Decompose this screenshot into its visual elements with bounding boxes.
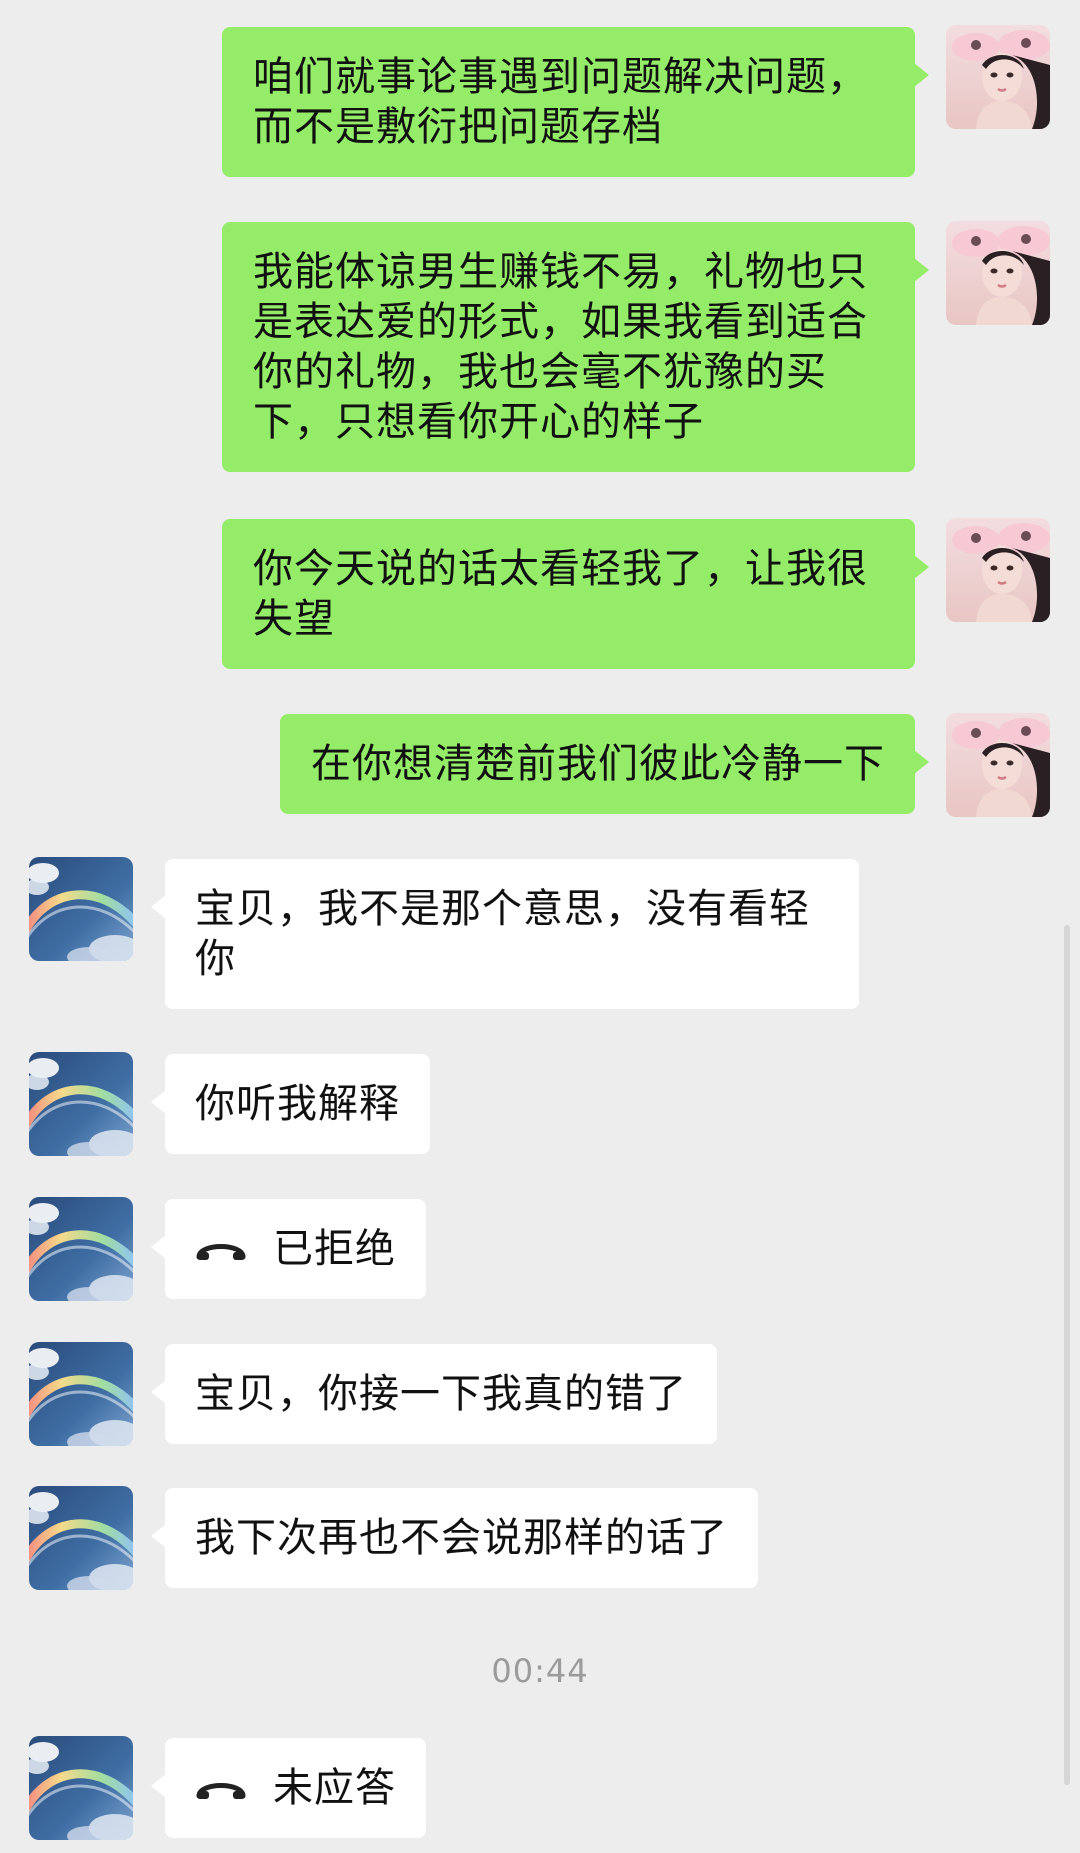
contact-avatar[interactable] xyxy=(29,1736,133,1840)
message-bubble-received[interactable]: 宝贝，我不是那个意思，没有看轻你 xyxy=(151,859,859,1009)
message-bubble-sent[interactable]: 你今天说的话太看轻我了，让我很失望 xyxy=(222,519,929,669)
user-portrait-image xyxy=(946,713,1050,817)
message-bubble-received[interactable]: 我下次再也不会说那样的话了 xyxy=(151,1488,758,1588)
self-avatar[interactable] xyxy=(946,221,1050,325)
message-text: 我能体谅男生赚钱不易，礼物也只是表达爱的形式，如果我看到适合你的礼物，我也会毫不… xyxy=(253,249,868,445)
message-bubble-sent[interactable]: 咱们就事论事遇到问题解决问题，而不是敷衍把问题存档 xyxy=(222,27,929,177)
contact-avatar[interactable] xyxy=(29,857,133,961)
contact-avatar[interactable] xyxy=(29,1486,133,1590)
self-avatar[interactable] xyxy=(946,713,1050,817)
phone-hangup-icon xyxy=(195,1774,247,1802)
message-text: 咱们就事论事遇到问题解决问题，而不是敷衍把问题存档 xyxy=(253,54,868,150)
contact-avatar[interactable] xyxy=(29,1342,133,1446)
rainbow-sky-image xyxy=(29,1052,133,1156)
message-bubble-sent[interactable]: 在你想清楚前我们彼此冷静一下 xyxy=(280,714,929,814)
contact-avatar[interactable] xyxy=(29,1052,133,1156)
message-bubble-sent[interactable]: 我能体谅男生赚钱不易，礼物也只是表达爱的形式，如果我看到适合你的礼物，我也会毫不… xyxy=(222,222,929,472)
message-text: 宝贝，你接一下我真的错了 xyxy=(195,1371,687,1417)
phone-hangup-icon xyxy=(195,1235,247,1263)
contact-avatar[interactable] xyxy=(29,1197,133,1301)
call-status-text: 已拒绝 xyxy=(273,1226,396,1272)
voice-call-declined-bubble[interactable]: 已拒绝 xyxy=(151,1199,426,1299)
message-text: 你今天说的话太看轻我了，让我很失望 xyxy=(253,546,868,642)
message-text: 我下次再也不会说那样的话了 xyxy=(195,1515,728,1561)
rainbow-sky-image xyxy=(29,857,133,961)
user-portrait-image xyxy=(946,221,1050,325)
message-text: 宝贝，我不是那个意思，没有看轻你 xyxy=(195,886,810,982)
rainbow-sky-image xyxy=(29,1486,133,1590)
self-avatar[interactable] xyxy=(946,25,1050,129)
rainbow-sky-image xyxy=(29,1197,133,1301)
message-bubble-received[interactable]: 宝贝，你接一下我真的错了 xyxy=(151,1344,717,1444)
chat-timestamp: 00:44 xyxy=(491,1652,589,1690)
user-portrait-image xyxy=(946,25,1050,129)
voice-call-unanswered-bubble[interactable]: 未应答 xyxy=(151,1738,426,1838)
message-bubble-received[interactable]: 你听我解释 xyxy=(151,1054,430,1154)
rainbow-sky-image xyxy=(29,1736,133,1840)
message-text: 你听我解释 xyxy=(195,1081,400,1127)
rainbow-sky-image xyxy=(29,1342,133,1446)
call-status-text: 未应答 xyxy=(273,1765,396,1811)
message-text: 在你想清楚前我们彼此冷静一下 xyxy=(311,741,885,787)
self-avatar[interactable] xyxy=(946,518,1050,622)
user-portrait-image xyxy=(946,518,1050,622)
